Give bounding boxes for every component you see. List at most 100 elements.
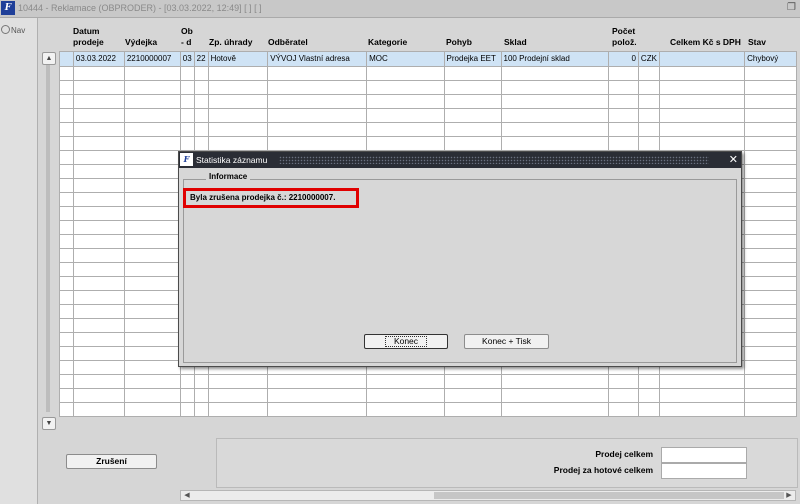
table-cell[interactable]	[443, 388, 502, 403]
table-cell[interactable]	[366, 122, 445, 137]
table-cell[interactable]	[59, 122, 74, 137]
table-cell[interactable]	[59, 374, 74, 389]
table-cell[interactable]	[72, 220, 125, 235]
table-cell[interactable]	[744, 220, 797, 235]
table-cell[interactable]	[267, 374, 368, 389]
prodej-celkem-field[interactable]	[661, 447, 747, 463]
table-cell[interactable]	[179, 66, 195, 81]
column-header-sklad[interactable]: Sklad	[504, 37, 527, 48]
scroll-down-button[interactable]: ▼	[42, 417, 56, 430]
table-cell[interactable]	[744, 122, 797, 137]
table-cell[interactable]	[500, 108, 610, 123]
table-cell[interactable]	[267, 66, 368, 81]
table-cell[interactable]	[123, 178, 181, 193]
table-cell[interactable]	[207, 80, 269, 95]
cell-stav[interactable]: Chybový	[744, 51, 797, 67]
table-row[interactable]	[59, 94, 797, 109]
table-cell[interactable]	[207, 136, 269, 151]
table-cell[interactable]	[608, 122, 639, 137]
column-header-stav[interactable]: Stav	[748, 37, 766, 48]
table-cell[interactable]	[123, 108, 181, 123]
table-cell[interactable]	[207, 122, 269, 137]
cell-obdobi-month[interactable]: 03	[179, 51, 195, 67]
table-cell[interactable]	[658, 108, 746, 123]
table-cell[interactable]	[267, 108, 368, 123]
table-cell[interactable]	[608, 80, 639, 95]
table-row[interactable]	[59, 80, 797, 95]
table-cell[interactable]	[72, 178, 125, 193]
table-cell[interactable]	[72, 108, 125, 123]
table-cell[interactable]	[637, 94, 660, 109]
table-cell[interactable]	[123, 164, 181, 179]
scroll-left-icon[interactable]: ◀	[182, 491, 192, 500]
table-cell[interactable]	[193, 108, 209, 123]
table-cell[interactable]	[123, 360, 181, 375]
table-cell[interactable]	[72, 234, 125, 249]
table-cell[interactable]	[744, 248, 797, 263]
vertical-scrollbar-track[interactable]	[46, 65, 50, 412]
table-cell[interactable]	[123, 206, 181, 221]
table-cell[interactable]	[366, 402, 445, 417]
column-header-pocet-poloz[interactable]: Počet polož.	[612, 26, 642, 48]
table-cell[interactable]	[193, 66, 209, 81]
table-cell[interactable]	[59, 290, 74, 305]
table-cell[interactable]	[744, 360, 797, 375]
table-cell[interactable]	[193, 94, 209, 109]
table-cell[interactable]	[500, 94, 610, 109]
scroll-up-button[interactable]: ▲	[42, 52, 56, 65]
nav-button[interactable]: Nav	[1, 25, 25, 35]
table-cell[interactable]	[123, 332, 181, 347]
table-cell[interactable]	[193, 136, 209, 151]
table-cell[interactable]	[59, 108, 74, 123]
table-cell[interactable]	[207, 108, 269, 123]
scroll-right-icon[interactable]: ▶	[784, 491, 794, 500]
table-cell[interactable]	[207, 66, 269, 81]
table-cell[interactable]	[744, 374, 797, 389]
table-cell[interactable]	[608, 136, 639, 151]
table-cell[interactable]	[59, 304, 74, 319]
table-cell[interactable]	[59, 150, 74, 165]
table-cell[interactable]	[123, 346, 181, 361]
cell-mena[interactable]: CZK	[637, 51, 660, 67]
table-cell[interactable]	[59, 220, 74, 235]
table-cell[interactable]	[267, 94, 368, 109]
table-cell[interactable]	[744, 94, 797, 109]
table-cell[interactable]	[72, 192, 125, 207]
table-cell[interactable]	[72, 304, 125, 319]
table-cell[interactable]	[443, 402, 502, 417]
konec-tisk-button[interactable]: Konec + Tisk	[464, 334, 549, 349]
table-cell[interactable]	[123, 234, 181, 249]
table-cell[interactable]	[658, 402, 746, 417]
table-cell[interactable]	[72, 346, 125, 361]
table-cell[interactable]	[658, 122, 746, 137]
table-cell[interactable]	[59, 248, 74, 263]
table-cell[interactable]	[123, 66, 181, 81]
table-cell[interactable]	[744, 318, 797, 333]
table-cell[interactable]	[72, 360, 125, 375]
table-cell[interactable]	[72, 374, 125, 389]
table-cell[interactable]	[72, 276, 125, 291]
table-cell[interactable]	[637, 80, 660, 95]
cell-zp-uhrady[interactable]: Hotově	[207, 51, 269, 67]
table-cell[interactable]	[59, 318, 74, 333]
table-cell[interactable]	[500, 402, 610, 417]
table-cell[interactable]	[500, 66, 610, 81]
table-cell[interactable]	[267, 80, 368, 95]
table-cell[interactable]	[72, 402, 125, 417]
table-cell[interactable]	[193, 374, 209, 389]
table-cell[interactable]	[179, 94, 195, 109]
table-cell[interactable]	[500, 388, 610, 403]
table-cell[interactable]	[443, 80, 502, 95]
table-cell[interactable]	[72, 248, 125, 263]
cell-vydejka[interactable]: 2210000007	[123, 51, 181, 67]
table-cell[interactable]	[59, 360, 74, 375]
table-cell[interactable]	[123, 262, 181, 277]
prodej-hotove-field[interactable]	[661, 463, 747, 479]
table-cell[interactable]	[744, 332, 797, 347]
table-cell[interactable]	[72, 332, 125, 347]
table-cell[interactable]	[637, 388, 660, 403]
table-row[interactable]	[59, 122, 797, 137]
close-icon[interactable]: ✕	[729, 153, 738, 167]
table-cell[interactable]	[72, 136, 125, 151]
table-cell[interactable]	[744, 388, 797, 403]
